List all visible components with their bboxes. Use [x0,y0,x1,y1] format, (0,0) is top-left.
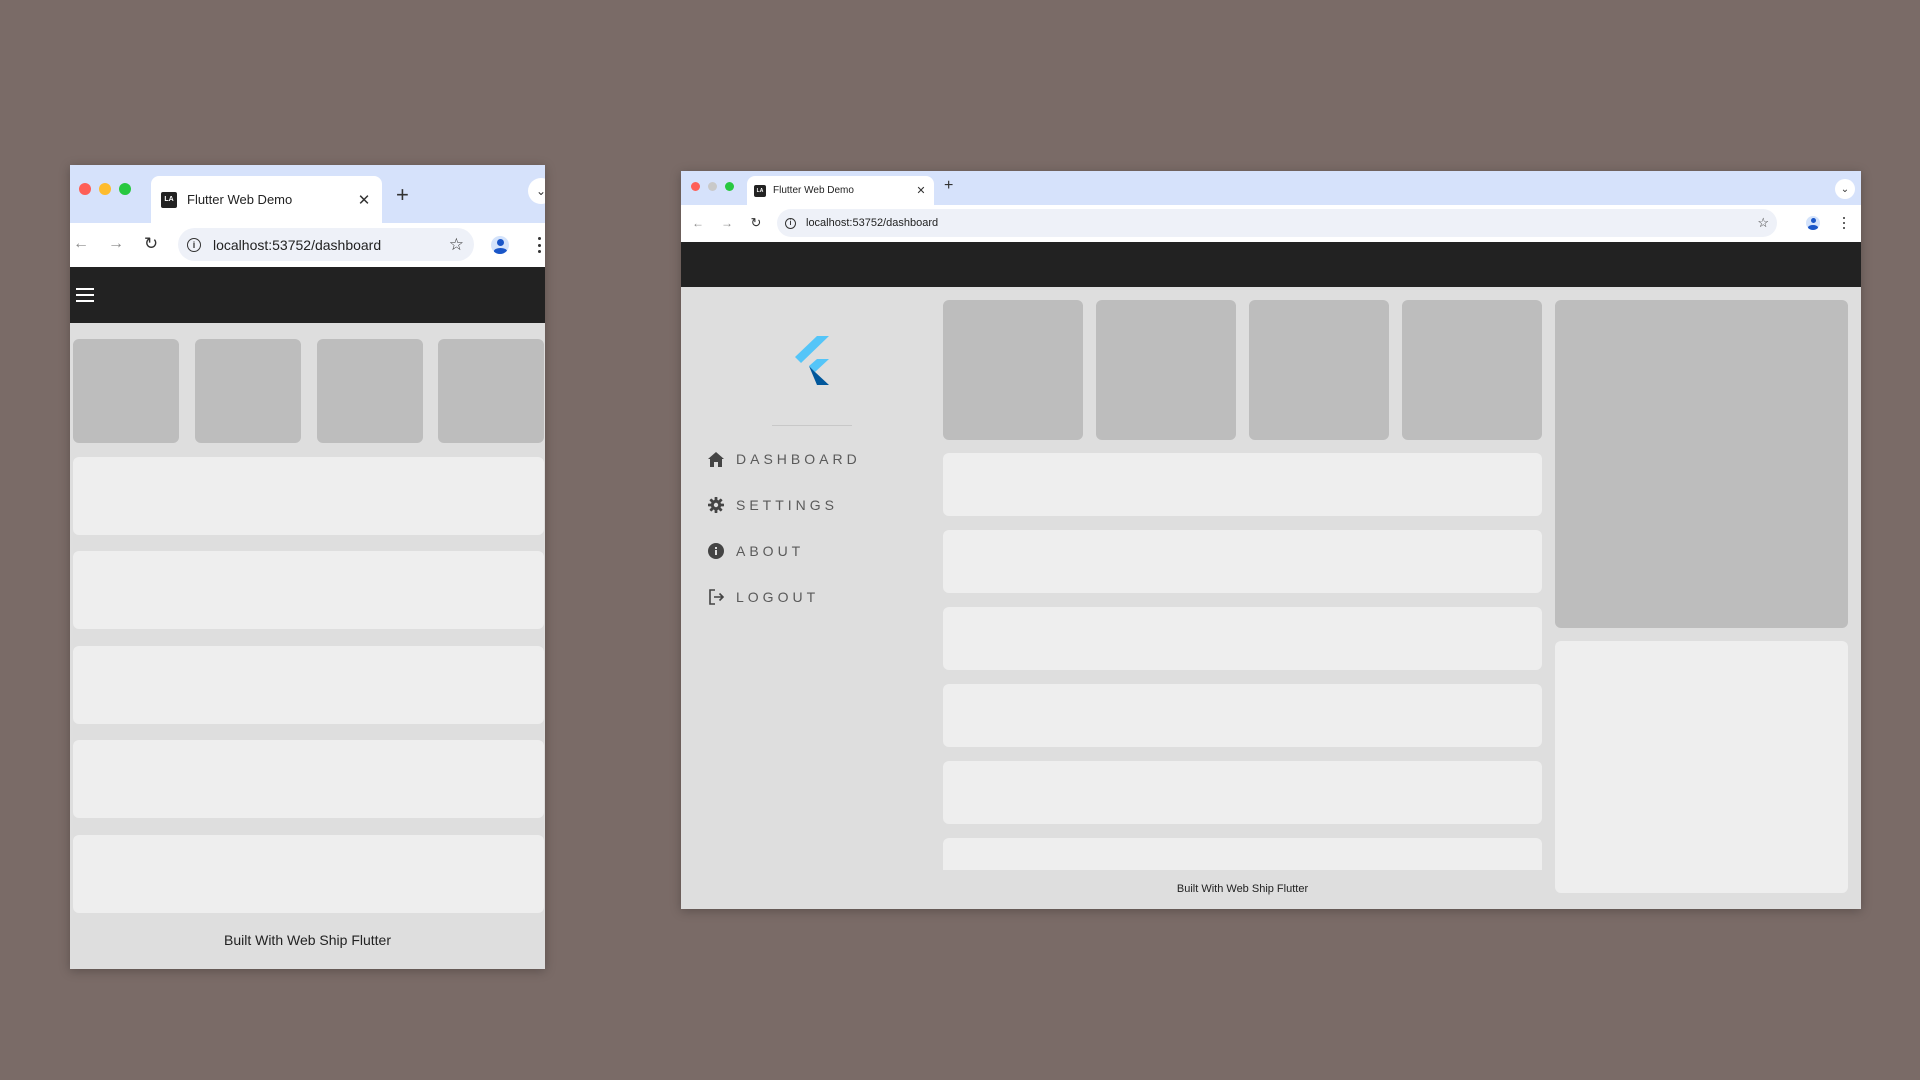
window-controls [79,183,131,195]
list-card [943,530,1542,593]
new-tab-icon[interactable]: + [944,177,953,195]
sidebar-item-label: SETTINGS [736,497,839,513]
sidebar-item-logout[interactable]: LOGOUT [707,588,819,606]
sidebar-item-label: ABOUT [736,543,805,559]
browser-toolbar: ← → ↻ i localhost:53752/dashboard ☆ [681,205,1861,242]
list-card [73,646,544,724]
logout-icon [707,588,725,606]
tab-search-chevron-icon[interactable]: ⌄ [1835,179,1855,199]
window-controls [691,182,734,191]
app-bar [681,242,1861,287]
reload-icon[interactable]: ↻ [140,233,162,255]
sidebar-divider [772,425,852,426]
favicon: LA [754,184,766,197]
stat-card [1249,300,1389,440]
app-bar [70,267,545,323]
maximize-window-button[interactable] [725,182,734,191]
home-icon [707,450,725,468]
browser-tab[interactable]: LA Flutter Web Demo ✕ [747,176,934,205]
profile-avatar-icon[interactable] [491,236,509,254]
minimize-window-button[interactable] [99,183,111,195]
site-info-icon[interactable]: i [785,217,796,229]
profile-avatar-icon[interactable] [1806,216,1820,230]
sidebar-item-dashboard[interactable]: DASHBOARD [707,450,861,468]
tab-close-icon[interactable]: ✕ [356,191,372,209]
browser-menu-icon[interactable] [536,237,542,253]
address-bar[interactable]: i localhost:53752/dashboard ☆ [178,228,474,261]
forward-icon[interactable]: → [105,233,127,255]
dashboard-content: DASHBOARD SETTINGS ABOUT LOGOUT Built Wi… [681,287,1861,909]
flutter-logo-icon [795,336,829,385]
sidebar-item-label: LOGOUT [736,589,820,605]
list-card [943,761,1542,824]
bookmark-star-icon[interactable]: ☆ [449,235,464,255]
list-card [73,740,544,818]
tab-title: Flutter Web Demo [773,185,854,196]
sidebar-item-label: DASHBOARD [736,451,861,467]
site-info-icon[interactable]: i [187,237,201,252]
list-card [73,457,544,535]
back-icon[interactable]: ← [70,233,92,255]
sidebar-item-about[interactable]: ABOUT [707,542,804,560]
address-bar[interactable]: i localhost:53752/dashboard ☆ [777,209,1777,237]
tab-close-icon[interactable]: ✕ [915,184,927,197]
stat-card [1402,300,1542,440]
browser-toolbar: ← → ↻ i localhost:53752/dashboard ☆ [70,223,545,267]
reload-icon[interactable]: ↻ [747,214,765,232]
browser-menu-icon[interactable] [1841,217,1846,229]
minimize-window-button[interactable] [708,182,717,191]
browser-tab[interactable]: LA Flutter Web Demo ✕ [151,176,382,223]
url-text[interactable]: localhost:53752/dashboard [806,217,1757,229]
favicon: LA [161,191,177,208]
tab-title: Flutter Web Demo [187,192,293,207]
maximize-window-button[interactable] [119,183,131,195]
new-tab-icon[interactable]: + [396,182,409,208]
close-window-button[interactable] [79,183,91,195]
footer-credit: Built With Web Ship Flutter [1176,883,1309,895]
stat-card [195,339,301,443]
close-window-button[interactable] [691,182,700,191]
url-text[interactable]: localhost:53752/dashboard [213,237,449,253]
tab-search-chevron-icon[interactable]: ⌄ [528,178,545,204]
list-card [943,453,1542,516]
footer-credit: Built With Web Ship Flutter [223,932,392,948]
forward-icon[interactable]: → [718,214,736,232]
list-card [73,835,544,913]
dashboard-content: Built With Web Ship Flutter [70,323,545,969]
browser-window-small: LA Flutter Web Demo ✕ + ⌄ ← → ↻ i localh… [70,165,545,969]
side-panel-card [1555,641,1848,893]
stat-card [317,339,423,443]
feature-card [1555,300,1848,628]
info-icon [707,542,725,560]
browser-window-large: LA Flutter Web Demo ✕ + ⌄ ← → ↻ i localh… [681,171,1861,909]
tab-strip: LA Flutter Web Demo ✕ + ⌄ [70,165,545,223]
stat-card [438,339,544,443]
stat-card [73,339,179,443]
hamburger-menu-icon[interactable] [76,288,94,302]
list-card [943,684,1542,747]
bookmark-star-icon[interactable]: ☆ [1757,215,1769,231]
list-card [73,551,544,629]
list-card [943,838,1542,870]
list-card [943,607,1542,670]
stat-card [1096,300,1236,440]
back-icon[interactable]: ← [689,214,707,232]
stat-card [943,300,1083,440]
sidebar-item-settings[interactable]: SETTINGS [707,496,838,514]
gear-icon [707,496,725,514]
tab-strip: LA Flutter Web Demo ✕ + ⌄ [681,171,1861,205]
